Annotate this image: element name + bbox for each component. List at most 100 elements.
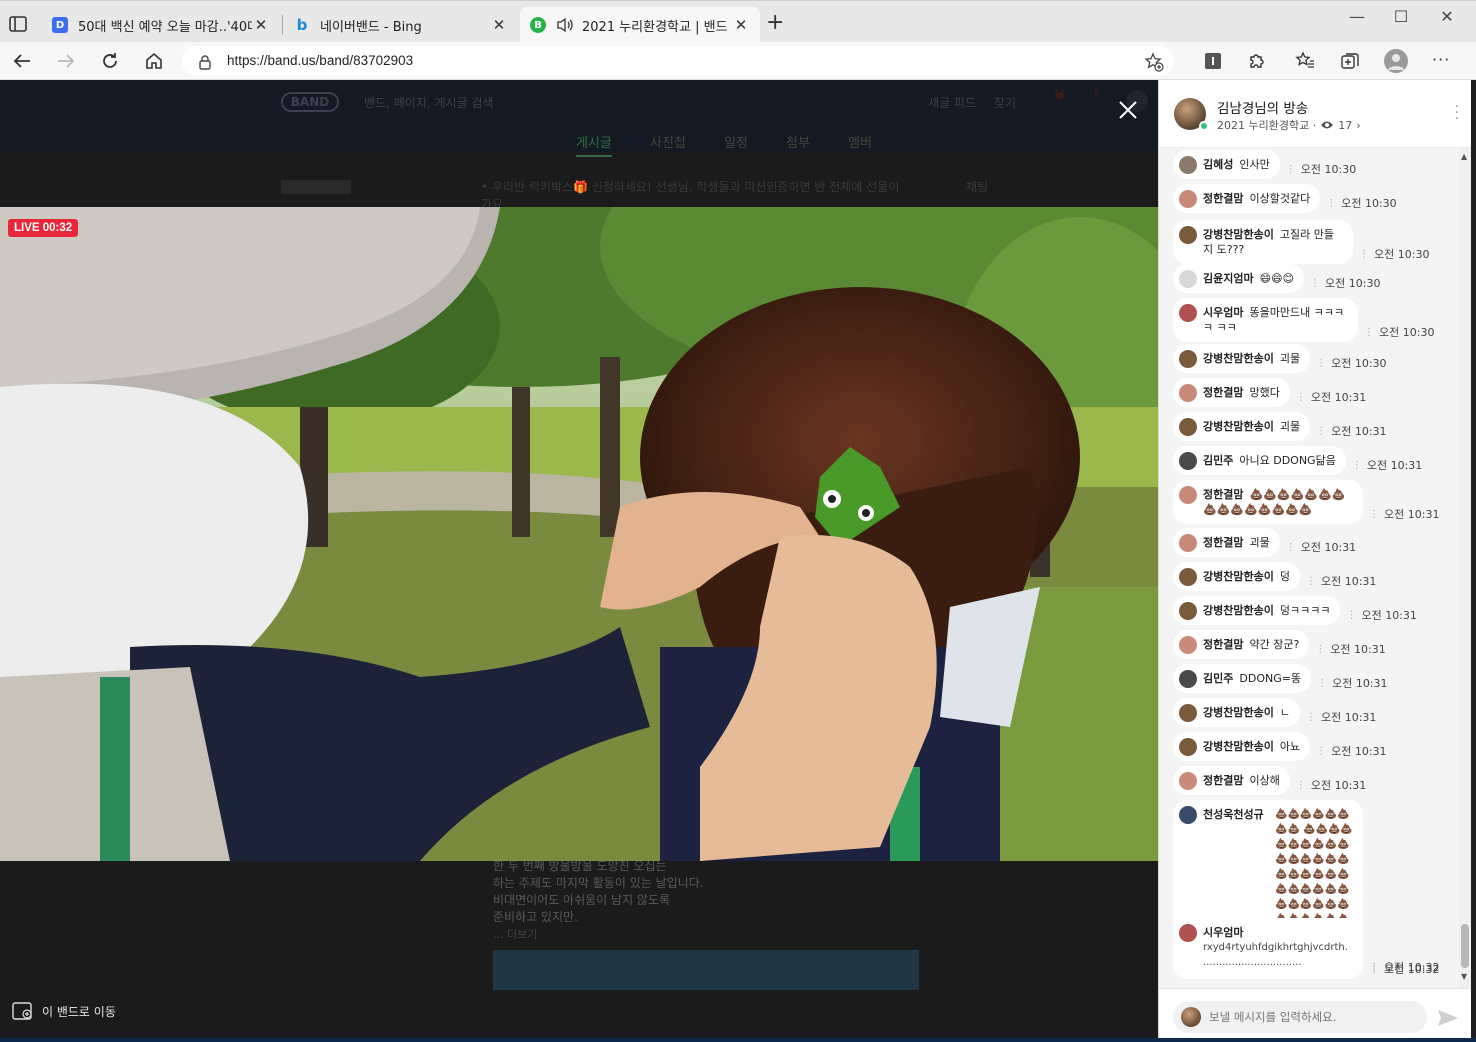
browser-toolbar: https://band.us/band/83702903 ··· [0, 42, 1476, 80]
user-avatar[interactable] [1179, 670, 1197, 688]
lock-icon[interactable] [198, 54, 212, 70]
close-window-icon[interactable]: ✕ [1424, 7, 1470, 26]
home-icon[interactable] [142, 50, 166, 72]
user-avatar[interactable] [1179, 704, 1197, 722]
user-avatar[interactable] [1179, 190, 1197, 208]
message-options-icon[interactable]: ⋮ [1359, 249, 1369, 260]
tab-news[interactable]: D 50대 백신 예약 오늘 마감..'40대 ✕ [42, 7, 280, 43]
live-video[interactable] [0, 207, 1158, 861]
user-avatar[interactable] [1179, 486, 1197, 504]
message-text: 괴물 [1279, 352, 1301, 365]
speaker-icon[interactable] [556, 17, 574, 33]
message-options-icon[interactable]: ⋮ [1296, 392, 1306, 403]
band-tab-posts: 게시글 [576, 132, 612, 157]
sender-name: 강병찬맘한송이 [1203, 352, 1274, 365]
message-options-icon[interactable]: ⋮ [1310, 278, 1320, 289]
message-options-icon[interactable]: ⋮ [1352, 460, 1362, 471]
address-bar[interactable]: https://band.us/band/83702903 [182, 46, 1174, 76]
user-avatar[interactable] [1179, 534, 1197, 552]
user-avatar[interactable] [1179, 924, 1197, 942]
message-options-icon[interactable]: ⋮ [1316, 746, 1326, 757]
message-text: 괴물 [1249, 536, 1270, 549]
chat-message-list[interactable]: 김혜성 인사만 ⋮ 오전 10:30 정한결맘 이상할것같다 ⋮ 오전 10:30 강병찬맘한송… [1159, 148, 1459, 988]
collections-icon[interactable] [1340, 51, 1360, 71]
user-avatar[interactable] [1179, 806, 1197, 824]
user-avatar[interactable] [1179, 452, 1197, 470]
message-bubble: 강병찬맘한송이 덩 [1173, 562, 1300, 591]
tab-band[interactable]: B 2021 누리환경학교 | 밴드 ✕ [520, 7, 760, 43]
back-icon[interactable] [10, 50, 34, 72]
user-avatar[interactable] [1179, 568, 1197, 586]
bing-favicon-icon: b [296, 16, 308, 34]
user-avatar[interactable] [1179, 304, 1197, 322]
band-favicon-icon: B [530, 17, 546, 33]
tab-actions-icon[interactable] [6, 12, 30, 36]
user-avatar[interactable] [1179, 738, 1197, 756]
url-text[interactable]: https://band.us/band/83702903 [227, 53, 413, 68]
scroll-thumb[interactable] [1461, 924, 1469, 968]
user-avatar[interactable] [1179, 602, 1197, 620]
move-to-band-button[interactable]: 이 밴드로 이동 [12, 1001, 116, 1021]
message-bubble: 강병찬맘한송이 고질라 만들지 도??? [1173, 220, 1353, 264]
message-options-icon[interactable]: ⋮ [1296, 780, 1306, 791]
message-options-icon[interactable]: ⋮ [1316, 358, 1326, 369]
more-options-icon[interactable]: · · · [1455, 100, 1459, 126]
message-options-icon[interactable]: ⋮ [1346, 610, 1356, 621]
message-meta: ⋮ 오전 10:30 [1286, 161, 1356, 179]
tab-bing[interactable]: b 네이버밴드 - Bing ✕ [284, 7, 518, 43]
message-time: 오전 10:30 [1325, 277, 1381, 290]
message-options-icon[interactable]: ⋮ [1326, 198, 1336, 209]
add-favorite-icon[interactable] [1144, 52, 1164, 72]
minimize-icon[interactable]: — [1334, 7, 1380, 26]
favorites-icon[interactable] [1295, 51, 1315, 71]
chat-message: 강병찬맘한송이 덩 ⋮ 오전 10:31 [1173, 562, 1376, 591]
message-options-icon[interactable]: ⋮ [1369, 962, 1379, 973]
message-options-icon[interactable]: ⋮ [1317, 678, 1327, 689]
user-avatar[interactable] [1179, 226, 1197, 244]
close-viewer-icon[interactable] [1115, 97, 1141, 123]
extensions-puzzle-icon[interactable] [1247, 51, 1267, 71]
user-avatar[interactable] [1179, 636, 1197, 654]
message-options-icon[interactable]: ⋮ [1364, 327, 1374, 338]
message-options-icon[interactable]: ⋮ [1306, 576, 1316, 587]
message-text: 덩 [1279, 570, 1290, 583]
message-options-icon[interactable]: ⋮ [1316, 426, 1326, 437]
maximize-icon[interactable]: ☐ [1378, 7, 1424, 26]
message-options-icon[interactable]: ⋮ [1306, 712, 1316, 723]
send-icon[interactable] [1437, 1009, 1459, 1027]
sender-name: 강병찬맘한송이 [1203, 420, 1274, 433]
profile-avatar[interactable] [1384, 49, 1408, 73]
extension-reader-icon[interactable] [1203, 51, 1223, 71]
message-time: 오전 10:30 [1374, 248, 1430, 261]
more-icon[interactable]: ··· [1432, 50, 1452, 70]
sender-name: 강병찬맘한송이 [1203, 228, 1274, 241]
close-tab-icon[interactable]: ✕ [490, 16, 508, 34]
chat-message-input[interactable] [1173, 1001, 1427, 1033]
chat-scrollbar[interactable]: ▲ ▼ [1459, 148, 1471, 988]
user-avatar[interactable] [1179, 270, 1197, 288]
message-options-icon[interactable]: ⋮ [1315, 644, 1325, 655]
scroll-up-icon[interactable]: ▲ [1461, 152, 1467, 161]
user-avatar[interactable] [1179, 350, 1197, 368]
viewer-count[interactable]: 17 [1338, 119, 1352, 132]
message-options-icon[interactable]: ⋮ [1286, 542, 1296, 553]
chat-count: 5 [1094, 88, 1100, 97]
sender-name: 강병찬맘한송이 [1203, 740, 1274, 753]
scroll-down-icon[interactable]: ▼ [1461, 972, 1467, 981]
chevron-right-icon[interactable]: › [1356, 119, 1360, 132]
chat-message: 정한결맘 약간 장군? ⋮ 오전 10:31 [1173, 630, 1386, 659]
user-avatar[interactable] [1179, 156, 1197, 174]
message-meta: ⋮ 오전 10:30 [1316, 355, 1386, 373]
close-tab-icon[interactable]: ✕ [252, 16, 270, 34]
message-bubble: 정한결맘 괴물 [1173, 528, 1280, 557]
close-tab-icon[interactable]: ✕ [732, 16, 750, 34]
user-avatar[interactable] [1179, 418, 1197, 436]
forward-icon[interactable] [54, 50, 78, 72]
message-options-icon[interactable]: ⋮ [1286, 164, 1296, 175]
user-avatar[interactable] [1179, 772, 1197, 790]
user-avatar[interactable] [1179, 384, 1197, 402]
refresh-icon[interactable] [98, 50, 122, 72]
new-tab-icon[interactable]: + [766, 12, 784, 34]
message-bubble: 강병찬맘한송이 ㄴ [1173, 698, 1300, 727]
message-options-icon[interactable]: ⋮ [1369, 509, 1379, 520]
